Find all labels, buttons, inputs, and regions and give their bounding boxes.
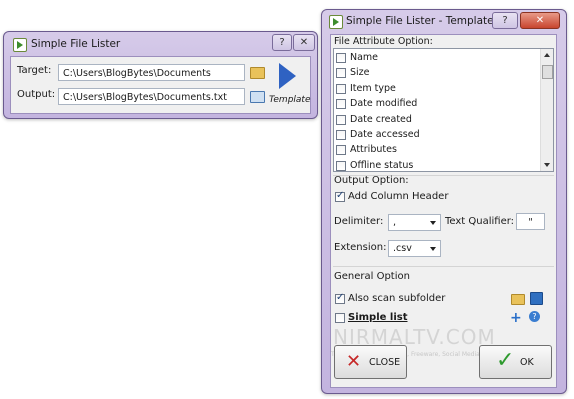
- attribute-item[interactable]: Attributes: [334, 143, 539, 158]
- output-label: Output:: [17, 89, 56, 100]
- template-title: Simple File Lister - Template: [346, 15, 494, 27]
- open-folder-icon[interactable]: [511, 294, 525, 305]
- attribute-checkbox[interactable]: [336, 160, 346, 171]
- file-attribute-list[interactable]: Name Size Item type Date modified Date creat…: [333, 48, 554, 172]
- attribute-label: Size: [350, 67, 370, 79]
- text-qualifier-input[interactable]: ": [516, 213, 545, 230]
- close-button[interactable]: ✕: [520, 12, 560, 29]
- close-button-label: CLOSE: [369, 357, 401, 368]
- window-title: Simple File Lister: [31, 38, 121, 50]
- app-icon: [329, 15, 343, 29]
- text-qualifier-label: Text Qualifier:: [445, 216, 515, 227]
- extension-select[interactable]: .csv: [388, 240, 441, 257]
- add-icon[interactable]: +: [510, 310, 522, 326]
- general-option-label: General Option: [334, 271, 410, 282]
- attribute-label: Name: [350, 52, 379, 63]
- browse-target-folder-icon[interactable]: [250, 67, 265, 79]
- attribute-label: Offline status: [350, 159, 414, 171]
- simple-list-checkbox[interactable]: [335, 313, 345, 323]
- scan-subfolder-label: Also scan subfolder: [348, 293, 446, 304]
- attribute-label: Attributes: [350, 144, 397, 156]
- attribute-item[interactable]: Item type: [334, 82, 539, 97]
- attribute-scrollbar[interactable]: [540, 49, 553, 171]
- attribute-checkbox[interactable]: [336, 53, 346, 63]
- template-button[interactable]: Template: [268, 60, 311, 110]
- scroll-down-arrow-icon[interactable]: [544, 163, 550, 167]
- target-input[interactable]: C:\Users\BlogBytes\Documents: [58, 64, 245, 81]
- ok-button-label: OK: [520, 357, 534, 368]
- attribute-label: Item type: [350, 82, 396, 94]
- file-attribute-label: File Attribute Option:: [334, 36, 433, 47]
- attribute-label: Date modified: [350, 98, 418, 110]
- close-button[interactable]: ✕: [293, 34, 315, 51]
- ok-button[interactable]: ✓ OK: [479, 345, 552, 379]
- template-client: File Attribute Option: Name Size Item type…: [330, 34, 557, 388]
- attribute-checkbox[interactable]: [336, 83, 346, 94]
- close-x-icon: ✕: [346, 351, 362, 372]
- chevron-down-icon: [430, 221, 436, 225]
- attribute-checkbox[interactable]: [336, 145, 346, 156]
- attribute-item[interactable]: Date modified: [334, 97, 539, 112]
- divider: [333, 266, 554, 267]
- title-bar: Simple File Lister ? ✕: [4, 32, 317, 56]
- extension-value: .csv: [393, 243, 412, 254]
- attribute-item[interactable]: Offline status: [334, 159, 539, 171]
- scroll-up-arrow-icon[interactable]: [544, 53, 550, 57]
- attribute-checkbox[interactable]: [336, 114, 346, 125]
- attribute-label: Date accessed: [350, 128, 420, 140]
- scroll-thumb[interactable]: [542, 65, 553, 79]
- scan-subfolder-checkbox[interactable]: [335, 292, 345, 304]
- delimiter-label: Delimiter:: [334, 216, 384, 227]
- output-option-label: Output Option:: [334, 175, 409, 186]
- template-arrow-icon: [279, 63, 296, 89]
- chevron-down-icon: [430, 247, 436, 251]
- attribute-item[interactable]: Date created: [334, 113, 539, 128]
- add-column-header-checkbox[interactable]: [335, 190, 345, 202]
- template-label: Template: [269, 95, 311, 105]
- checkmark-icon: ✓: [496, 348, 515, 373]
- delimiter-select[interactable]: ,: [388, 214, 441, 231]
- simple-list-label: Simple list: [348, 312, 408, 323]
- template-window: Simple File Lister - Template ? ✕ File A…: [321, 9, 567, 394]
- save-icon[interactable]: [530, 292, 543, 305]
- add-column-header-label: Add Column Header: [348, 191, 449, 202]
- delimiter-value: ,: [393, 217, 397, 228]
- browse-output-folder-icon[interactable]: [250, 91, 265, 103]
- output-input[interactable]: C:\Users\BlogBytes\Documents.txt: [58, 88, 245, 105]
- attribute-checkbox[interactable]: [336, 68, 346, 79]
- attribute-checkbox[interactable]: [336, 99, 346, 110]
- close-dialog-button[interactable]: ✕ CLOSE: [334, 345, 407, 379]
- help-button[interactable]: ?: [492, 12, 518, 29]
- attribute-items: Name Size Item type Date modified Date creat…: [334, 51, 539, 171]
- lister-client: Target: C:\Users\BlogBytes\Documents Out…: [10, 56, 311, 114]
- app-icon: [13, 38, 27, 52]
- target-label: Target:: [17, 65, 52, 76]
- help-button[interactable]: ?: [272, 34, 292, 51]
- attribute-item[interactable]: Size: [334, 66, 539, 81]
- attribute-label: Date created: [350, 113, 412, 125]
- simple-file-lister-window: Simple File Lister ? ✕ Target: C:\Users\…: [3, 31, 318, 119]
- template-title-bar: Simple File Lister - Template ? ✕: [322, 10, 566, 34]
- help-circle-icon[interactable]: ?: [529, 311, 540, 322]
- extension-label: Extension:: [334, 242, 387, 253]
- attribute-item[interactable]: Date accessed: [334, 128, 539, 143]
- attribute-checkbox[interactable]: [336, 129, 346, 140]
- attribute-item[interactable]: Name: [334, 51, 539, 66]
